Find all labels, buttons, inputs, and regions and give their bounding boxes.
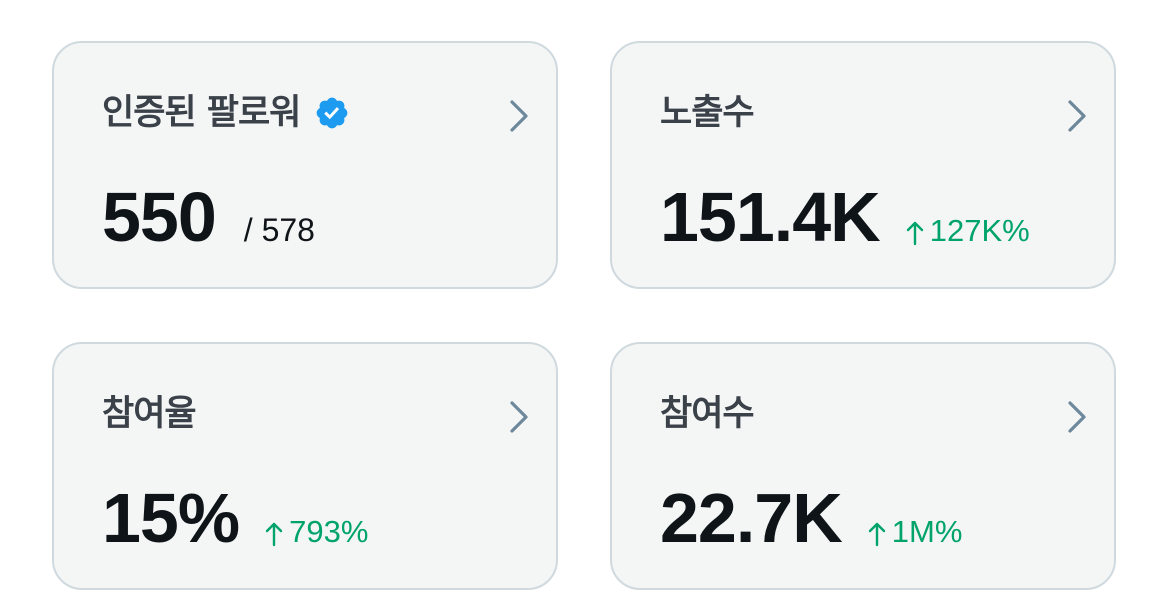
card-title-label: 참여율 [102,394,197,434]
main-value: 15% [102,479,240,557]
stat-card-verified-followers[interactable]: 인증된 팔로워 550 / 578 [52,41,558,289]
change-value: 793% [289,514,369,549]
verified-badge-icon [317,97,348,129]
chevron-right-icon[interactable] [1066,400,1088,434]
stat-card-engagements[interactable]: 참여수 22.7K 1M% [610,342,1116,590]
change-value: 127K% [929,213,1030,248]
change-indicator: 793% [265,514,368,550]
change-value: 1M% [891,514,963,549]
card-title-label: 인증된 팔로워 [102,93,301,133]
stat-card-engagement-rate[interactable]: 참여율 15% 793% [52,342,558,590]
card-title-label: 노출수 [660,93,755,133]
arrow-up-icon [868,522,885,547]
main-value: 151.4K [660,178,881,256]
value-row: 22.7K 1M% [660,476,962,560]
chevron-right-icon[interactable] [1066,99,1088,133]
arrow-up-icon [906,221,923,246]
card-title: 노출수 [660,89,755,137]
value-row: 151.4K 127K% [660,175,1030,259]
arrow-up-icon [265,522,283,547]
stat-card-impressions[interactable]: 노출수 151.4K 127K% [610,41,1116,289]
chevron-right-icon[interactable] [508,400,530,434]
value-row: 550 / 578 [102,175,315,259]
main-value: 22.7K [660,479,843,557]
chevron-right-icon[interactable] [508,99,530,133]
change-indicator: 127K% [906,213,1030,249]
card-title-label: 참여수 [660,394,755,434]
main-value: 550 [102,178,217,256]
card-title: 인증된 팔로워 [102,89,350,137]
secondary-value: / 578 [243,212,315,248]
value-row: 15% 793% [102,476,368,560]
card-title: 참여수 [660,390,755,438]
change-indicator: 1M% [868,514,963,550]
card-title: 참여율 [102,390,197,438]
